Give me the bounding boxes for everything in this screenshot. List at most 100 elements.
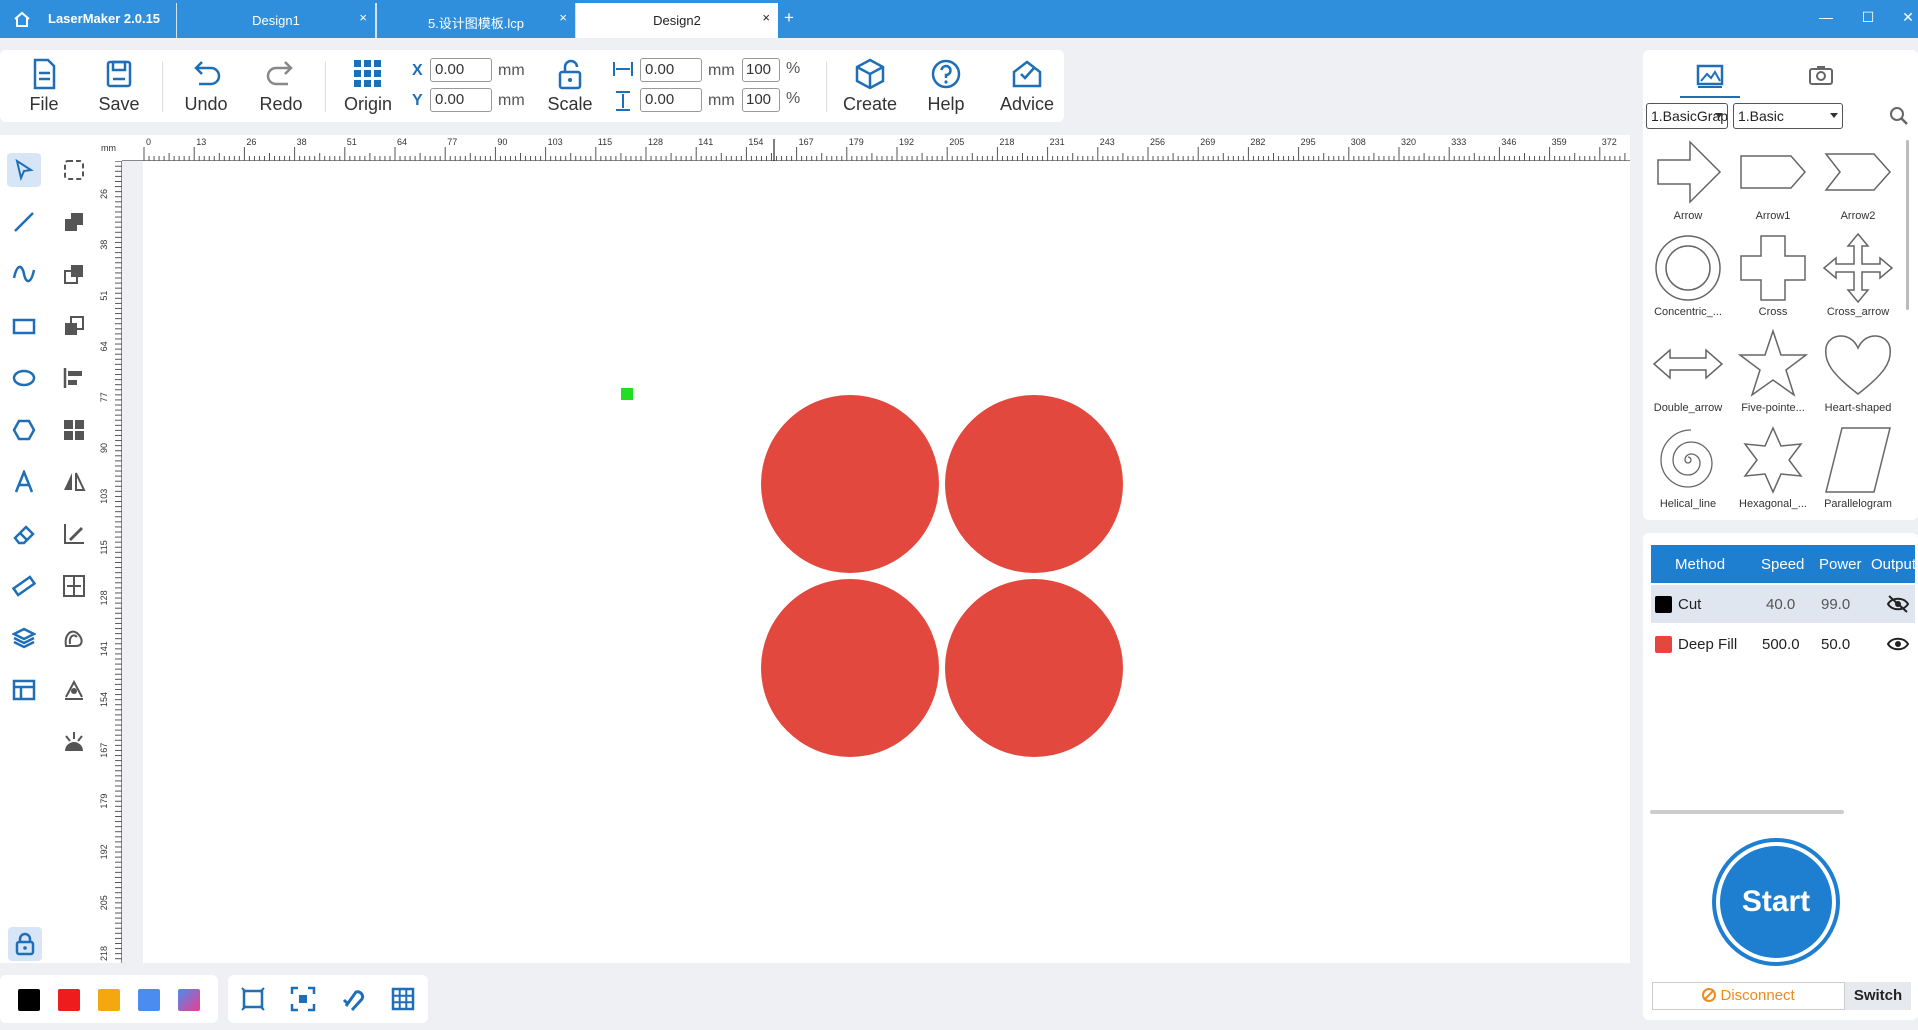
blue-swatch[interactable] (138, 989, 160, 1011)
shape-five-pointed-star[interactable]: Five-pointe... (1731, 328, 1815, 418)
fit-canvas-icon[interactable] (240, 986, 266, 1012)
orange-swatch[interactable] (98, 989, 120, 1011)
x-position-input[interactable]: 0.00 (430, 58, 492, 82)
fit-selection-icon[interactable] (290, 986, 316, 1012)
shape-parallelogram[interactable]: Parallelogram (1816, 424, 1900, 514)
tab-template[interactable]: 5.设计图模板.lcp × (376, 3, 576, 38)
selection-marker[interactable] (621, 388, 633, 400)
red-swatch[interactable] (58, 989, 80, 1011)
red-circle[interactable] (761, 579, 939, 757)
tab-shapes[interactable] (1680, 54, 1740, 98)
shape-double-arrow[interactable]: Double_arrow (1646, 328, 1730, 418)
light-tool[interactable] (57, 725, 91, 759)
y-position-input[interactable]: 0.00 (430, 88, 492, 112)
undo-button[interactable]: Undo (174, 58, 238, 115)
origin-button[interactable]: Origin (336, 58, 400, 115)
layer-power[interactable]: 50.0 (1821, 636, 1850, 653)
save-button[interactable]: Save (87, 58, 151, 115)
ellipse-tool[interactable] (7, 361, 41, 395)
close-window-button[interactable]: ✕ (1898, 9, 1918, 26)
tab-camera[interactable] (1791, 54, 1851, 98)
shape-heart[interactable]: Heart-shaped (1816, 328, 1900, 418)
edit-path-tool[interactable] (57, 517, 91, 551)
shape-hexagonal-star[interactable]: Hexagonal_... (1731, 424, 1815, 514)
red-circle[interactable] (945, 395, 1123, 573)
distribute-tool[interactable] (57, 569, 91, 603)
category-dropdown[interactable]: 1.BasicGraphics (1646, 103, 1728, 129)
align-tool[interactable] (57, 361, 91, 395)
layer-color-swatch[interactable] (1655, 636, 1672, 653)
eye-hidden-icon[interactable] (1886, 594, 1910, 614)
tab-close-icon[interactable]: × (559, 10, 567, 25)
eraser-tool[interactable] (7, 517, 41, 551)
red-circle[interactable] (945, 579, 1123, 757)
advice-button[interactable]: Advice (995, 58, 1059, 115)
tab-design1[interactable]: Design1 × (176, 3, 376, 38)
layers-tool[interactable] (7, 621, 41, 655)
shape-cross[interactable]: Cross (1731, 232, 1815, 322)
layer-power[interactable]: 99.0 (1821, 596, 1850, 613)
red-circle[interactable] (761, 395, 939, 573)
layer-speed[interactable]: 40.0 (1766, 596, 1795, 613)
rectangle-tool[interactable] (7, 309, 41, 343)
line-tool[interactable] (7, 205, 41, 239)
shape-cross-arrow[interactable]: Cross_arrow (1816, 232, 1900, 322)
height-input[interactable]: 0.00 (640, 88, 702, 112)
combine-tool[interactable] (57, 309, 91, 343)
shape-helical-line[interactable]: Helical_line (1646, 424, 1730, 514)
shape-list-scrollbar[interactable] (1906, 140, 1909, 310)
eye-icon[interactable] (1886, 634, 1910, 654)
text-tool[interactable] (7, 465, 41, 499)
tab-close-icon[interactable]: × (762, 10, 770, 25)
scale-lock-button[interactable]: Scale (538, 58, 602, 115)
layer-row-cut[interactable]: Cut 40.0 99.0 (1651, 585, 1915, 623)
lock-button[interactable] (8, 927, 42, 961)
shape-concentric[interactable]: Concentric_... (1646, 232, 1730, 322)
disconnect-button[interactable]: Disconnect (1652, 982, 1845, 1010)
shape-arrow[interactable]: Arrow (1646, 136, 1730, 226)
layer-row-deep-fill[interactable]: Deep Fill 500.0 50.0 (1651, 625, 1915, 663)
select-tool[interactable] (7, 153, 41, 187)
search-icon[interactable] (1889, 106, 1909, 126)
width-input[interactable]: 0.00 (640, 58, 702, 82)
array-tool[interactable] (57, 413, 91, 447)
maximize-button[interactable]: ☐ (1858, 9, 1878, 26)
help-button[interactable]: Help (914, 58, 978, 115)
disconnect-icon (1702, 988, 1717, 1002)
layer-speed[interactable]: 500.0 (1762, 636, 1800, 653)
create-button[interactable]: Create (838, 58, 902, 115)
mirror-tool[interactable] (57, 465, 91, 499)
start-button[interactable]: Start (1720, 846, 1832, 958)
tab-close-icon[interactable]: × (359, 10, 367, 25)
union-tool[interactable] (57, 205, 91, 239)
magnet-snap-icon[interactable] (340, 986, 366, 1012)
layer-color-swatch[interactable] (1655, 596, 1672, 613)
height-percent-input[interactable]: 100 (742, 88, 780, 112)
gradient-swatch[interactable] (178, 989, 200, 1011)
home-icon[interactable] (12, 10, 32, 28)
polygon-tool[interactable] (7, 413, 41, 447)
redo-button[interactable]: Redo (249, 58, 313, 115)
subcategory-dropdown[interactable]: 1.Basic (1733, 103, 1843, 129)
file-button[interactable]: File (12, 58, 76, 115)
minimize-button[interactable]: — (1816, 9, 1836, 25)
tab-design2[interactable]: Design2 × (576, 3, 778, 38)
curve-tool[interactable] (7, 257, 41, 291)
copy-tool[interactable] (57, 257, 91, 291)
shape-arrow1[interactable]: Arrow1 (1731, 136, 1815, 226)
node-edit-tool[interactable] (57, 153, 91, 187)
shape-label: Cross_arrow (1826, 306, 1890, 318)
black-swatch[interactable] (18, 989, 40, 1011)
layout-tool[interactable] (7, 673, 41, 707)
width-percent-input[interactable]: 100 (742, 58, 780, 82)
new-tab-button[interactable]: + (784, 8, 794, 28)
offset-tool[interactable] (57, 621, 91, 655)
design-canvas[interactable] (143, 161, 1630, 963)
measure-tool[interactable] (7, 569, 41, 603)
layer-scrollbar[interactable] (1650, 810, 1844, 814)
trace-tool[interactable] (57, 673, 91, 707)
switch-button[interactable]: Switch (1845, 982, 1911, 1010)
canvas-drawing[interactable] (143, 161, 1630, 963)
shape-arrow2[interactable]: Arrow2 (1816, 136, 1900, 226)
grid-toggle-icon[interactable] (390, 986, 416, 1012)
